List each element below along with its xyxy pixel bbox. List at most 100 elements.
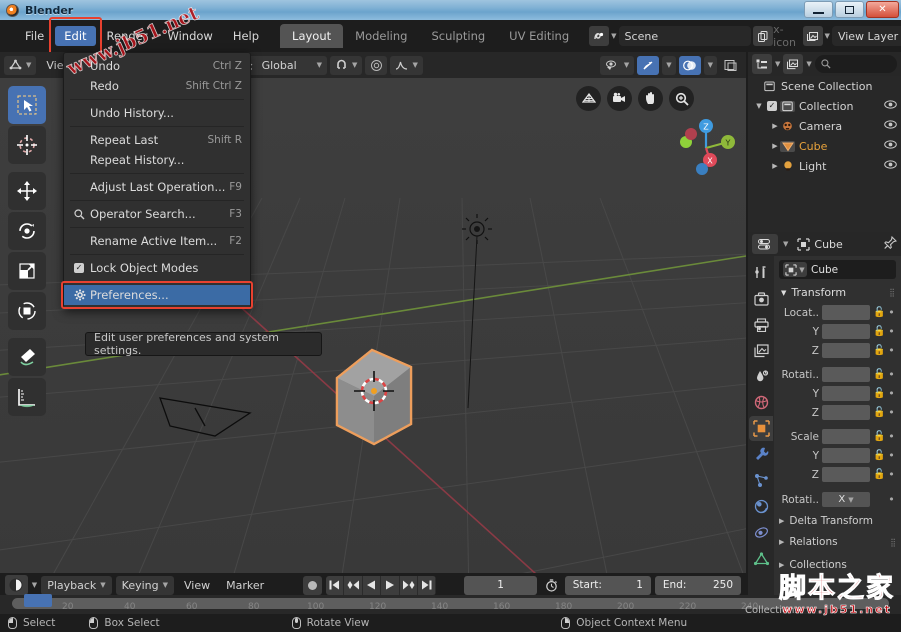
animate-dot-icon[interactable]: • — [887, 325, 896, 338]
properties-tab-physics[interactable] — [749, 494, 773, 519]
outliner-mode-caret-icon[interactable]: ▼ — [775, 60, 780, 68]
animate-dot-icon[interactable]: • — [887, 493, 896, 506]
properties-tab-render[interactable] — [749, 286, 773, 311]
outliner-row-camera[interactable]: ▶ Camera — [748, 116, 901, 136]
zoom-region-icon[interactable] — [576, 86, 601, 111]
value-slider[interactable] — [822, 343, 870, 358]
menu-item-lock-object-modes[interactable]: ✓ Lock Object Modes — [64, 258, 250, 278]
remove-scene-button[interactable]: x-icon — [773, 23, 796, 49]
animate-dot-icon[interactable]: • — [887, 368, 896, 381]
outliner-row-scene-collection[interactable]: Scene Collection — [748, 76, 901, 96]
transform-row-scale-z[interactable]: Z 🔓 • — [779, 466, 896, 483]
menu-item-repeat-history[interactable]: Repeat History... — [64, 150, 250, 170]
menu-file[interactable]: File — [16, 26, 53, 46]
tab-uv-editing[interactable]: UV Editing — [497, 24, 581, 48]
minimize-button[interactable] — [804, 1, 833, 18]
lock-icon[interactable]: 🔓 — [873, 469, 885, 480]
menu-help[interactable]: Help — [224, 26, 268, 46]
transform-row-rotation-x[interactable]: Rotati.. 🔓 • — [779, 366, 896, 383]
menu-edit[interactable]: Edit — [55, 26, 96, 46]
proportional-editing-toggle[interactable] — [365, 55, 388, 75]
new-scene-button[interactable] — [752, 26, 773, 46]
value-slider[interactable] — [822, 429, 870, 444]
menu-item-rename-active-item[interactable]: Rename Active Item... F2 — [64, 231, 250, 251]
tab-layout[interactable]: Layout — [280, 24, 344, 48]
start-frame-field[interactable]: Start: 1 — [564, 575, 651, 595]
properties-tab-world[interactable] — [749, 390, 773, 415]
value-slider[interactable] — [822, 324, 870, 339]
timeline-menu-keying[interactable]: Keying ▼ — [115, 575, 175, 595]
play-reverse-button[interactable] — [363, 575, 382, 595]
visibility-eye-icon[interactable] — [884, 120, 897, 132]
outliner-filter-caret-icon[interactable]: ▼ — [806, 60, 811, 68]
transform-row-scale-y[interactable]: Y 🔓 • — [779, 447, 896, 464]
properties-tab-tool[interactable] — [749, 260, 773, 285]
jump-start-button[interactable] — [326, 575, 345, 595]
menu-item-preferences[interactable]: Preferences... — [64, 285, 250, 305]
tool-annotate[interactable] — [8, 338, 46, 376]
properties-tab-object[interactable] — [749, 416, 773, 441]
outliner-display-mode-icon[interactable] — [752, 54, 772, 74]
lock-icon[interactable]: 🔓 — [873, 388, 885, 399]
viewlayer-browse-icon[interactable] — [802, 26, 823, 46]
value-slider[interactable] — [822, 367, 870, 382]
visibility-eye-icon[interactable] — [884, 160, 897, 172]
scene-browse-icon[interactable] — [589, 26, 610, 46]
properties-editor-icon[interactable] — [752, 234, 778, 254]
properties-tab-constraints[interactable] — [749, 520, 773, 545]
animate-dot-icon[interactable]: • — [887, 406, 896, 419]
menu-item-adjust-last-operation[interactable]: Adjust Last Operation... F9 — [64, 177, 250, 197]
tool-transform[interactable] — [8, 292, 46, 330]
timeline-editor-icon[interactable] — [5, 575, 28, 595]
tool-measure[interactable] — [8, 378, 46, 416]
transform-row-rotation-y[interactable]: Y 🔓 • — [779, 385, 896, 402]
visibility-eye-icon[interactable] — [884, 100, 897, 112]
timeline-menu-view[interactable]: View — [178, 579, 216, 592]
viewlayer-name-field[interactable]: View Layer — [831, 26, 901, 46]
chevron-right-icon[interactable]: ▶ — [770, 142, 780, 150]
menu-item-repeat-last[interactable]: Repeat Last Shift R — [64, 130, 250, 150]
play-button[interactable] — [381, 575, 400, 595]
auto-keying-button[interactable] — [302, 575, 322, 595]
animate-dot-icon[interactable]: • — [887, 449, 896, 462]
transform-row-location-y[interactable]: Y 🔓 • — [779, 323, 896, 340]
hand-icon[interactable] — [638, 86, 663, 111]
value-slider[interactable] — [822, 386, 870, 401]
transform-row-rotation-z[interactable]: Z 🔓 • — [779, 404, 896, 421]
chevron-right-icon[interactable]: ▶ — [770, 162, 780, 170]
axis-gizmo[interactable]: Z Y X — [674, 116, 738, 180]
value-slider[interactable] — [822, 467, 870, 482]
tool-tweak[interactable] — [8, 86, 46, 124]
object-name-field[interactable]: ▼ Cube — [779, 260, 896, 279]
viewlayer-caret-icon[interactable]: ▼ — [825, 32, 830, 40]
falloff-selector[interactable]: ▼ — [390, 55, 423, 75]
visibility-eye-icon[interactable] — [884, 140, 897, 152]
properties-tab-output[interactable] — [749, 312, 773, 337]
animate-dot-icon[interactable]: • — [887, 387, 896, 400]
gizmo-toggle[interactable] — [637, 55, 660, 75]
outliner-row-light[interactable]: ▶ Light — [748, 156, 901, 176]
properties-editor[interactable]: ▼ Cube ▼ Cube ▼ Transform ⣿ Locat.. 🔓 • … — [748, 232, 901, 632]
overlays-toggle[interactable] — [678, 55, 701, 75]
lock-icon[interactable]: 🔓 — [873, 307, 885, 318]
value-slider[interactable] — [822, 405, 870, 420]
xray-toggle[interactable] — [720, 56, 742, 75]
lock-icon[interactable]: 🔓 — [873, 407, 885, 418]
collections-panel[interactable]: ▶ Collections — [779, 559, 896, 571]
mode-selector[interactable]: ▼ — [4, 55, 37, 75]
pin-icon[interactable] — [884, 235, 898, 252]
timeline-menu-playback[interactable]: Playback ▼ — [41, 575, 112, 595]
menu-item-undo-history[interactable]: Undo History... — [64, 103, 250, 123]
properties-tab-particles[interactable] — [749, 468, 773, 493]
lock-icon[interactable]: 🔓 — [873, 450, 885, 461]
lock-icon[interactable]: 🔓 — [873, 431, 885, 442]
end-frame-field[interactable]: End: 250 — [654, 575, 742, 595]
lock-icon[interactable]: 🔓 — [873, 326, 885, 337]
transform-row-location-x[interactable]: Locat.. 🔓 • — [779, 304, 896, 321]
chevron-down-icon[interactable]: ▼ — [754, 102, 764, 110]
next-keyframe-button[interactable] — [400, 575, 419, 595]
tool-scale[interactable] — [8, 252, 46, 290]
visibility-selector[interactable]: ▼ — [599, 55, 635, 75]
outliner-row-cube[interactable]: ▶ Cube — [748, 136, 901, 156]
collection-checkbox[interactable]: ✓ — [767, 101, 777, 111]
